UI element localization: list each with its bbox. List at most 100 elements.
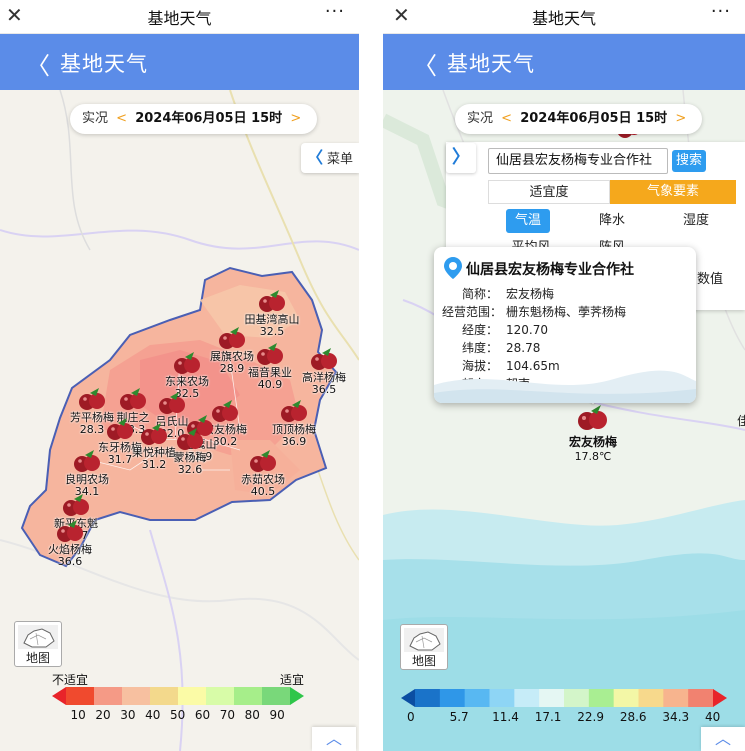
popup-row-value: 28.78: [506, 341, 541, 355]
base-value: 36.6: [57, 555, 83, 568]
page-title: 基地天气: [447, 52, 535, 76]
popup-row-key: 纬度：: [461, 341, 498, 355]
map-button-label: 地图: [25, 651, 50, 665]
time-selector: 实况 < 2024年06月05日 15时 >: [70, 104, 318, 134]
legend-tick-label: 60: [194, 708, 211, 722]
location-pin-icon: [444, 257, 462, 279]
legend-tick-label: 40: [705, 710, 721, 724]
bayberry-icon: [174, 352, 200, 374]
time-prefix: 实况: [467, 111, 494, 126]
menu-button[interactable]: 〈菜单: [301, 143, 359, 173]
popup-row-value: 120.70: [506, 323, 548, 337]
legend-high-label: 适宜: [280, 673, 305, 687]
legend-swatch: [588, 689, 615, 707]
bayberry-icon: [259, 290, 285, 312]
window-titlebar: ✕ 基地天气 ···: [0, 0, 359, 34]
subtab-humidity[interactable]: 湿度: [674, 209, 718, 233]
legend-swatch: [514, 689, 540, 707]
legend-swatch: [150, 687, 179, 705]
back-icon[interactable]: 〈: [413, 46, 437, 81]
time-prev-button[interactable]: <: [116, 111, 127, 126]
scroll-up-button[interactable]: ︿: [312, 727, 356, 751]
back-icon[interactable]: 〈: [26, 46, 50, 81]
legend-arrow-right: [713, 689, 727, 707]
bayberry-icon: [159, 392, 185, 414]
page-title: 基地天气: [60, 52, 148, 76]
legend-swatch: [464, 689, 490, 707]
popup-title: 仙居县宏友杨梅专业合作社: [466, 262, 634, 278]
popup-row: 经营范围： 栅东魁杨梅、荸荠杨梅: [442, 303, 626, 320]
legend-tick-label: 17.1: [534, 710, 562, 724]
more-icon[interactable]: ···: [325, 1, 345, 22]
menu-label: 菜单: [327, 152, 354, 167]
time-next-button[interactable]: >: [290, 111, 301, 126]
popup-row-value: 宏友杨梅: [506, 287, 555, 301]
base-marker[interactable]: 赤茹农场 40.5: [231, 450, 295, 498]
bayberry-icon: [63, 494, 89, 516]
bayberry-icon: [74, 450, 100, 472]
bayberry-icon: [257, 343, 283, 365]
legend-swatch: [415, 689, 441, 707]
legend-swatch: [489, 689, 515, 707]
popup-row-key: 经营范围：: [442, 305, 503, 319]
legend-swatch: [94, 687, 123, 705]
time-selector: 实况 < 2024年06月05日 15时 >: [455, 104, 703, 134]
app-header: 〈 基地天气: [0, 34, 359, 90]
panel-collapse-button[interactable]: 〉: [446, 143, 476, 173]
map-thumbnail-icon: [404, 628, 444, 652]
suitability-legend: [52, 687, 304, 705]
legend-tick-label: 70: [219, 708, 236, 722]
legend-swatch: [663, 689, 689, 707]
tab-weather-elements[interactable]: 气象要素: [610, 180, 736, 204]
legend-swatch: [122, 687, 151, 705]
legend-swatch: [66, 687, 95, 705]
tab-suitability[interactable]: 适宜度: [488, 180, 610, 204]
more-icon[interactable]: ···: [711, 1, 731, 22]
legend-tick-label: 0: [407, 710, 415, 724]
bayberry-icon: [250, 450, 276, 472]
numeric-toggle[interactable]: 数值: [690, 268, 730, 292]
marker-value: 17.8℃: [574, 450, 612, 463]
edge-label: 佳: [737, 414, 745, 428]
popup-row: 简称： 宏友杨梅: [442, 285, 554, 302]
popup-row: 纬度： 28.78: [442, 339, 540, 356]
subtab-temperature[interactable]: 气温: [506, 209, 550, 233]
base-marker[interactable]: 良明农场 34.1: [55, 450, 119, 498]
scroll-up-button[interactable]: ︿: [701, 727, 745, 751]
chevron-right-icon: 〉: [452, 147, 470, 168]
legend-tick-label: 11.4: [492, 710, 519, 724]
popup-wave-decoration: [434, 370, 696, 403]
base-value: 40.5: [250, 485, 276, 498]
base-marker[interactable]: 高洋杨梅 36.5: [292, 348, 356, 396]
legend-tick-label: 34.3: [662, 710, 690, 724]
legend-tick-label: 22.9: [577, 710, 604, 724]
legend-tick-label: 10: [70, 708, 86, 722]
legend-swatch: [178, 687, 207, 705]
legend-tick-label: 90: [269, 708, 285, 722]
selected-base-marker[interactable]: 宏友杨梅 17.8℃: [543, 393, 643, 463]
subtab-precipitation[interactable]: 降水: [590, 209, 634, 233]
time-prev-button[interactable]: <: [501, 111, 512, 126]
marker-name: 宏友杨梅: [568, 435, 617, 449]
legend-low-label: 不适宜: [52, 673, 89, 687]
legend-tick-label: 50: [170, 708, 186, 722]
legend-swatch: [234, 687, 263, 705]
bayberry-icon: [311, 348, 337, 370]
search-input[interactable]: 仙居县宏友杨梅专业合作社: [488, 148, 668, 174]
base-value: 32.6: [177, 463, 203, 476]
legend-swatch: [262, 687, 291, 705]
legend-swatch: [564, 689, 590, 707]
base-marker[interactable]: 蒙杨梅 32.6: [158, 428, 222, 476]
base-info-popup: 仙居县宏友杨梅专业合作社 简称： 宏友杨梅 经营范围： 栅东魁杨梅、荸荠杨梅 经度： 12…: [434, 247, 696, 403]
legend-arrow-left: [52, 687, 66, 705]
search-button[interactable]: 搜索: [672, 150, 706, 172]
legend-arrow-right: [290, 687, 304, 705]
map-layer-button[interactable]: 地图: [14, 621, 62, 667]
time-next-button[interactable]: >: [675, 111, 686, 126]
popup-row-value: 栅东魁杨梅、荸荠杨梅: [506, 305, 627, 319]
base-marker[interactable]: 顶顶杨梅 36.9: [262, 400, 326, 448]
base-marker[interactable]: 火焰杨梅 36.6: [38, 520, 102, 568]
base-value: 36.9: [281, 435, 307, 448]
legend-arrow-left: [401, 689, 415, 707]
map-layer-button[interactable]: 地图: [400, 624, 448, 670]
